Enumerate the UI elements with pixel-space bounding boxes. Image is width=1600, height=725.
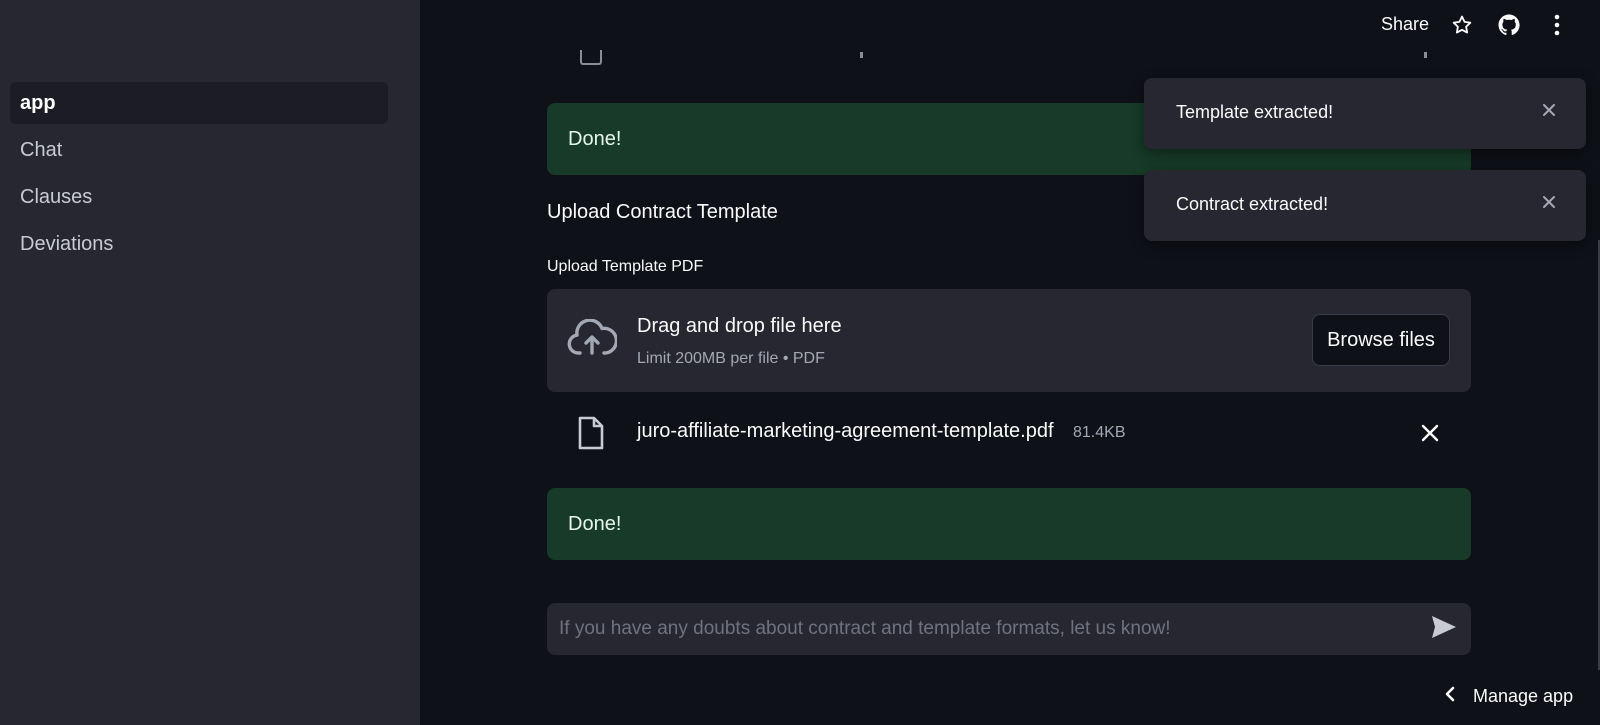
share-button[interactable]: Share — [1381, 14, 1429, 35]
github-icon[interactable] — [1496, 12, 1522, 38]
success-text: Done! — [568, 127, 622, 150]
dropzone-title: Drag and drop file here — [637, 315, 842, 337]
more-vertical-icon[interactable] — [1544, 12, 1570, 38]
uploaded-file-row: juro-affiliate-marketing-agreement-templ… — [547, 410, 1471, 454]
chevron-left-icon — [1445, 686, 1455, 707]
sidebar-item-deviations[interactable]: Deviations — [10, 223, 388, 265]
remove-file-icon[interactable] — [1417, 420, 1443, 446]
success-text: Done! — [568, 512, 622, 535]
uploader-label: Upload Template PDF — [547, 258, 704, 275]
file-icon — [577, 416, 605, 455]
toast-notification: Contract extracted! — [1144, 170, 1586, 241]
scrolled-text-fragment — [860, 52, 863, 58]
success-message: Done! — [547, 488, 1471, 560]
toast-text: Template extracted! — [1176, 102, 1334, 122]
close-icon[interactable] — [1539, 192, 1559, 212]
sidebar-item-label: Deviations — [20, 232, 114, 255]
chat-input[interactable] — [547, 603, 1471, 655]
file-size: 81.4KB — [1073, 424, 1126, 441]
sidebar-item-label: Clauses — [20, 185, 93, 208]
manage-app-button[interactable]: Manage app — [1445, 686, 1573, 707]
close-icon[interactable] — [1539, 100, 1559, 120]
toast-notification: Template extracted! — [1144, 78, 1586, 149]
scrolled-text-fragment — [1424, 52, 1427, 58]
section-title: Upload Contract Template — [547, 201, 778, 223]
sidebar-item-chat[interactable]: Chat — [10, 129, 388, 171]
cloud-upload-icon — [567, 318, 619, 364]
toast-text: Contract extracted! — [1176, 194, 1329, 214]
file-name: juro-affiliate-marketing-agreement-templ… — [637, 420, 1054, 442]
sidebar-item-clauses[interactable]: Clauses — [10, 176, 388, 218]
sidebar-item-app[interactable]: app — [10, 82, 388, 124]
star-icon[interactable] — [1449, 12, 1475, 38]
dropzone-subtitle: Limit 200MB per file • PDF — [637, 350, 825, 367]
sidebar-item-label: app — [20, 91, 56, 114]
browse-files-button[interactable]: Browse files — [1312, 314, 1450, 366]
manage-app-label: Manage app — [1473, 686, 1574, 706]
sidebar-item-label: Chat — [20, 138, 63, 161]
send-icon[interactable] — [1431, 615, 1457, 644]
scrolled-file-icon — [580, 50, 602, 65]
sidebar: app Chat Clauses Deviations — [0, 0, 420, 725]
file-dropzone[interactable]: Drag and drop file here Limit 200MB per … — [547, 289, 1471, 392]
